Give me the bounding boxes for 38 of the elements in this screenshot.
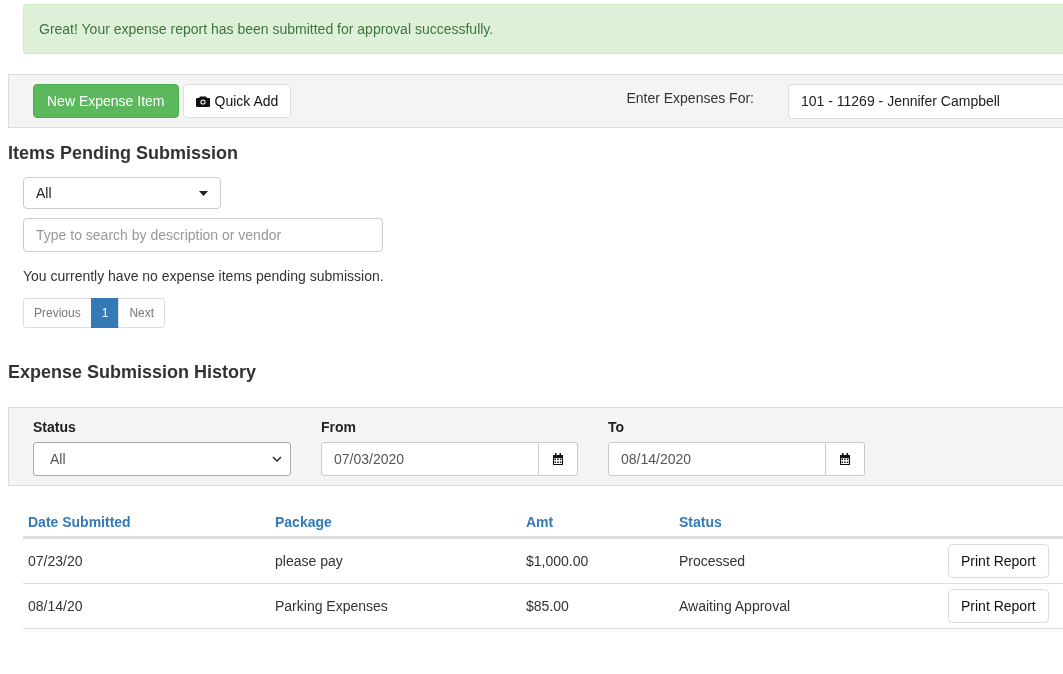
calendar-button[interactable] — [826, 442, 865, 476]
table-cell: $85.00 — [521, 583, 674, 629]
table-cell: $1,000.00 — [521, 537, 674, 584]
calendar-button[interactable] — [539, 442, 578, 476]
search-field[interactable]: Type to search by description or vendor — [23, 218, 383, 252]
enter-expenses-for-label: Enter Expenses For: — [626, 90, 754, 108]
date-field[interactable]: 07/03/2020 — [321, 442, 539, 476]
column-header[interactable]: Amt — [521, 505, 674, 538]
table-cell: Parking Expenses — [270, 583, 521, 629]
success-alert: Great! Your expense report has been submitted for approval successfully. — [23, 4, 1063, 54]
column-header[interactable]: Date Submitted — [23, 505, 270, 538]
filter-label: To — [608, 419, 626, 435]
table-cell: 08/14/20 — [23, 583, 270, 629]
table-cell: please pay — [270, 537, 521, 584]
next-page-link[interactable]: Next — [118, 298, 166, 328]
quick-add-button[interactable]: Quick Add — [182, 84, 292, 118]
column-header[interactable]: Package — [270, 505, 521, 538]
print-report-button[interactable]: Print Report — [948, 589, 1049, 623]
section-title: Items Pending Submission — [8, 143, 240, 164]
section-title: Expense Submission History — [8, 362, 258, 383]
empty-message: You currently have no expense items pending submission. — [23, 268, 385, 284]
date-field[interactable]: 08/14/2020 — [608, 442, 826, 476]
column-header[interactable]: Status — [674, 505, 943, 538]
table-cell: Awaiting Approval — [674, 583, 943, 629]
chevron-down-icon — [272, 456, 282, 462]
print-report-button[interactable]: Print Report — [948, 544, 1049, 578]
caret-icon — [199, 190, 208, 196]
filter-label: From — [321, 419, 357, 435]
status-select[interactable]: All — [33, 442, 291, 476]
filter-dropdown[interactable]: All — [23, 177, 221, 209]
employee-select[interactable]: 101 - 11269 - Jennifer Campbell — [788, 83, 1063, 119]
table-cell: Processed — [674, 537, 943, 584]
calendar-icon — [839, 452, 851, 466]
filter-label: Status — [33, 419, 77, 435]
calendar-icon — [552, 452, 564, 466]
page-link[interactable]: 1 — [90, 298, 120, 328]
table-cell: 07/23/20 — [23, 537, 270, 584]
camera-icon — [195, 95, 210, 107]
